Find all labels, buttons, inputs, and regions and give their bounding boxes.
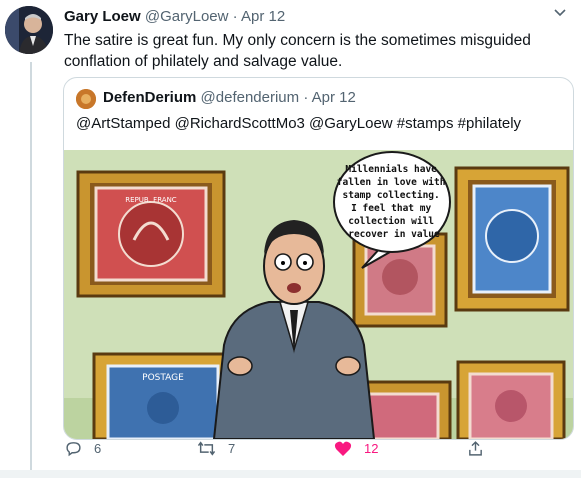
reply-count: 6 bbox=[94, 441, 102, 456]
tweet-actions: 6 7 12 bbox=[63, 440, 572, 464]
stamp-label-postage: POSTAGE bbox=[142, 373, 184, 383]
bubble-line-3: stamp collecting. bbox=[343, 190, 440, 201]
quoted-author-name[interactable]: DefenDerium bbox=[103, 89, 196, 106]
quoted-separator: · bbox=[303, 89, 309, 106]
cartoon-image[interactable]: REPUB. FRANC POSTAGE Millennials have fa… bbox=[64, 150, 573, 439]
avatar-photo bbox=[5, 6, 53, 54]
separator: · bbox=[232, 8, 238, 25]
bubble-line-5: collection will bbox=[348, 216, 434, 227]
share-icon bbox=[469, 441, 482, 456]
stamp-label-france: REPUB. FRANC bbox=[125, 196, 177, 204]
tweet-divider bbox=[0, 470, 581, 478]
bubble-line-4: I feel that my bbox=[351, 203, 431, 214]
reply-icon bbox=[66, 442, 81, 457]
thread-line bbox=[30, 62, 32, 478]
frame-bottom-right bbox=[456, 360, 566, 439]
frame-bottom-left: POSTAGE bbox=[92, 352, 234, 439]
quoted-tweet-text[interactable]: @ArtStamped @RichardScottMo3 @GaryLoew #… bbox=[76, 115, 521, 132]
author-handle[interactable]: @GaryLoew bbox=[145, 8, 229, 25]
like-count: 12 bbox=[364, 441, 379, 456]
quoted-tweet-date[interactable]: Apr 12 bbox=[312, 89, 356, 106]
bubble-line-6: recover in value bbox=[348, 229, 440, 240]
avatar[interactable] bbox=[5, 6, 53, 54]
retweet-button[interactable]: 7 bbox=[197, 440, 235, 457]
bubble-line-2: fallen in love with bbox=[337, 177, 446, 188]
quoted-tweet[interactable]: DefenDerium @defenderium · Apr 12 @ArtSt… bbox=[63, 77, 574, 440]
heart-filled-icon bbox=[334, 441, 352, 456]
quoted-header: DefenDerium @defenderium · Apr 12 bbox=[103, 89, 356, 106]
chevron-down-icon[interactable] bbox=[553, 6, 567, 23]
tweet-header: Gary Loew @GaryLoew · Apr 12 bbox=[64, 8, 285, 25]
quoted-author-handle[interactable]: @defenderium bbox=[201, 89, 300, 106]
author-name[interactable]: Gary Loew bbox=[64, 8, 141, 25]
share-button[interactable] bbox=[467, 440, 484, 457]
quoted-avatar[interactable] bbox=[76, 89, 96, 109]
frame-top-left: REPUB. FRANC bbox=[76, 170, 226, 298]
like-button[interactable]: 12 bbox=[334, 440, 378, 457]
bubble-line-1: Millennials have bbox=[345, 164, 437, 175]
tweet-text: The satire is great fun. My only concern… bbox=[64, 32, 531, 70]
retweet-count: 7 bbox=[228, 441, 236, 456]
retweet-icon bbox=[197, 441, 216, 456]
tweet-date[interactable]: Apr 12 bbox=[241, 8, 285, 25]
frame-top-right bbox=[454, 166, 570, 312]
reply-button[interactable]: 6 bbox=[65, 440, 101, 457]
